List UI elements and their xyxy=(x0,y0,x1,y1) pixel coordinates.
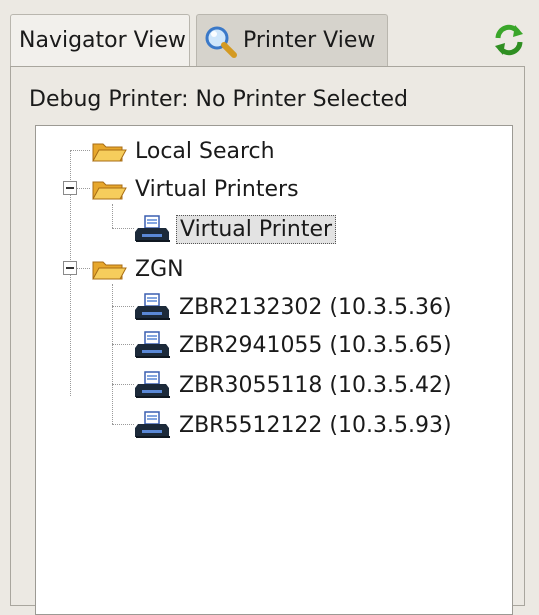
printer-tree[interactable]: Local Search Virtual Printers Virtual Pr… xyxy=(35,125,513,615)
tree-line xyxy=(112,306,134,307)
tree-line xyxy=(77,188,90,189)
printer-icon xyxy=(134,370,172,400)
tree-node-label: ZBR3055118 (10.3.5.42) xyxy=(179,372,452,398)
tree-line xyxy=(112,424,134,425)
folder-open-icon xyxy=(90,136,128,166)
tree-node-label: ZBR2132302 (10.3.5.36) xyxy=(179,294,452,320)
tree-node-zgn[interactable]: ZGN xyxy=(90,252,187,286)
printer-view-panel: Debug Printer: No Printer Selected Local… xyxy=(10,66,525,615)
tree-node-label: Virtual Printer xyxy=(176,214,337,244)
magnifier-icon xyxy=(203,24,237,58)
tab-bar: Navigator View Printer View xyxy=(0,0,539,68)
tab-navigator-view[interactable]: Navigator View xyxy=(10,14,190,66)
refresh-icon[interactable] xyxy=(491,22,527,58)
tree-line xyxy=(70,150,90,151)
printer-icon xyxy=(134,330,172,360)
tree-node-label: ZBR2941055 (10.3.5.65) xyxy=(179,332,452,358)
tab-navigator-view-label: Navigator View xyxy=(19,28,186,53)
tree-line xyxy=(112,284,113,424)
collapse-toggle-virtual-printers[interactable] xyxy=(63,181,77,195)
folder-open-icon xyxy=(90,174,128,204)
tree-node-printer[interactable]: ZBR3055118 (10.3.5.42) xyxy=(134,368,455,402)
tree-node-local-search[interactable]: Local Search xyxy=(90,134,278,168)
tree-node-virtual-printer[interactable]: Virtual Printer xyxy=(134,212,337,246)
collapse-toggle-zgn[interactable] xyxy=(63,261,77,275)
tree-node-label: ZGN xyxy=(135,256,184,282)
tree-node-label: Virtual Printers xyxy=(135,176,299,202)
printer-icon xyxy=(134,214,172,244)
tab-printer-view[interactable]: Printer View xyxy=(196,14,388,66)
tree-line xyxy=(77,268,90,269)
tree-line xyxy=(112,344,134,345)
debug-printer-label: Debug Printer: No Printer Selected xyxy=(29,87,409,112)
tree-line xyxy=(112,204,113,228)
tree-line xyxy=(112,228,134,229)
printer-icon xyxy=(134,292,172,322)
folder-open-icon xyxy=(90,254,128,284)
tree-node-virtual-printers[interactable]: Virtual Printers xyxy=(90,172,302,206)
tree-node-label: ZBR5512122 (10.3.5.93) xyxy=(179,412,452,438)
tree-node-printer[interactable]: ZBR2941055 (10.3.5.65) xyxy=(134,328,455,362)
tree-node-printer[interactable]: ZBR2132302 (10.3.5.36) xyxy=(134,290,455,324)
tab-printer-view-label: Printer View xyxy=(243,28,376,53)
tree-node-label: Local Search xyxy=(135,138,275,164)
tree-node-printer[interactable]: ZBR5512122 (10.3.5.93) xyxy=(134,408,455,442)
printer-icon xyxy=(134,410,172,440)
tree-line xyxy=(112,384,134,385)
